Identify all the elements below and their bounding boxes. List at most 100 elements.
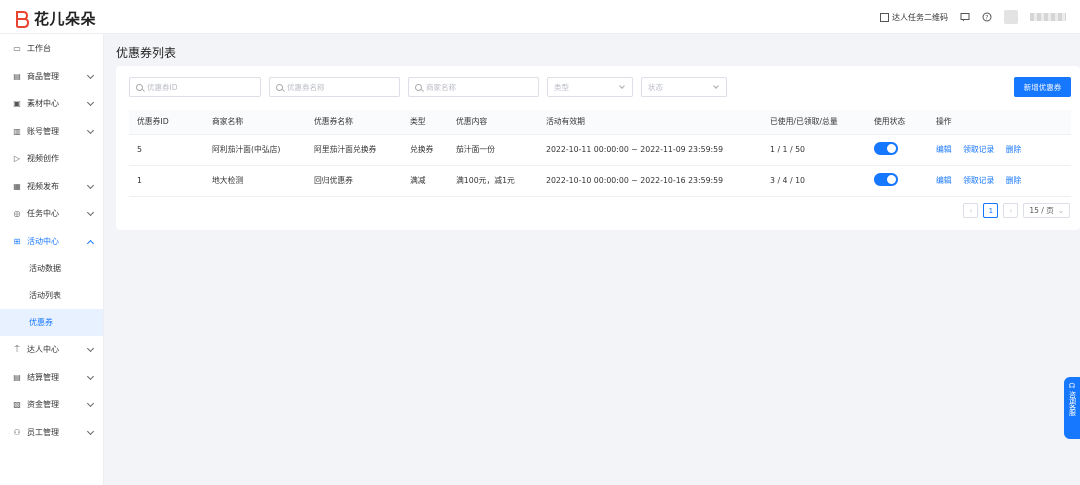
sidebar-item-video-publish[interactable]: ▦ 视频发布	[0, 173, 103, 201]
sidebar-item-label: 活动中心	[27, 236, 59, 246]
col-header: 使用状态	[866, 110, 928, 135]
sidebar-item-label: 账号管理	[27, 126, 59, 136]
username-blurred[interactable]	[1030, 13, 1066, 21]
col-header: 优惠券ID	[129, 110, 204, 135]
coupon-id-placeholder: 优惠券ID	[147, 82, 178, 92]
page-size-select[interactable]: 15 / 页 ⌄	[1023, 203, 1070, 218]
cell-usage: 1 / 1 / 50	[762, 134, 866, 166]
table-header-row: 优惠券ID 商家名称 优惠券名称 类型 优惠内容 活动有效期 已使用/已领取/总…	[129, 110, 1071, 135]
delete-link[interactable]: 删除	[1006, 176, 1022, 185]
cell-id: 5	[129, 134, 204, 166]
merchant-name-input[interactable]: 商家名称	[408, 77, 539, 97]
cell-period: 2022-10-10 00:00:00 ~ 2022-10-16 23:59:5…	[538, 165, 762, 197]
table-row: 1 地大检测 回归优惠券 满减 满100元，减1元 2022-10-10 00:…	[129, 165, 1071, 197]
cell-usage: 3 / 4 / 10	[762, 165, 866, 197]
prev-page-button[interactable]: ‹	[963, 203, 979, 218]
cell-content: 茄汁面一份	[448, 134, 538, 166]
sidebar-item-products[interactable]: ▤ 商品管理	[0, 63, 103, 91]
chevron-down-icon	[86, 98, 95, 107]
chevron-up-icon	[86, 239, 95, 247]
chevron-down-icon	[713, 83, 719, 89]
search-icon	[136, 83, 143, 91]
sidebar-item-label: 素材中心	[27, 99, 59, 109]
chevron-down-icon	[86, 126, 95, 134]
search-icon	[276, 83, 283, 91]
sidebar-subitem-coupons[interactable]: 优惠券	[0, 309, 103, 336]
qr-code-link[interactable]: 达人任务二维码	[880, 12, 948, 23]
cell-type: 兑换券	[402, 134, 448, 166]
avatar[interactable]	[1004, 10, 1018, 24]
sidebar-item-video-create[interactable]: ▷ 视频创作	[0, 145, 103, 173]
status-select[interactable]: 状态	[641, 77, 727, 97]
coupon-name-input[interactable]: 优惠券名称	[269, 77, 400, 97]
chevron-down-icon	[619, 83, 625, 89]
records-link[interactable]: 领取记录	[963, 176, 994, 185]
chevron-down-icon	[86, 208, 95, 217]
bag-icon: ▤	[13, 71, 21, 81]
search-icon	[415, 83, 422, 91]
activity-icon: ⊞	[13, 236, 21, 246]
coupon-table: 优惠券ID 商家名称 优惠券名称 类型 优惠内容 活动有效期 已使用/已领取/总…	[129, 110, 1071, 197]
add-coupon-button[interactable]: 新增优惠券	[1014, 77, 1071, 97]
next-page-button[interactable]: ›	[1003, 203, 1019, 218]
sidebar-item-label: 商品管理	[27, 71, 59, 81]
settlement-icon: ▤	[13, 372, 21, 382]
sidebar-subitem-activity-list[interactable]: 活动列表	[0, 282, 103, 309]
sidebar-item-label: 视频创作	[27, 154, 59, 164]
col-header: 活动有效期	[538, 110, 762, 135]
sidebar-item-label: 结算管理	[27, 372, 59, 382]
account-icon: ▥	[13, 126, 21, 136]
sidebar-item-label: 资金管理	[27, 400, 59, 410]
sidebar-item-label: 员工管理	[27, 427, 59, 437]
status-toggle[interactable]	[874, 173, 898, 186]
sidebar-item-label: 视频发布	[27, 181, 59, 191]
cell-status	[866, 165, 928, 197]
app-logo[interactable]: 花儿朵朵	[14, 8, 96, 29]
sidebar-item-materials[interactable]: ▣ 素材中心	[0, 90, 103, 118]
customer-service-float[interactable]: ☊ 咨询客服	[1064, 377, 1080, 439]
pagination: ‹ 1 › 15 / 页 ⌄	[963, 203, 1070, 218]
col-header: 已使用/已领取/总量	[762, 110, 866, 135]
cell-type: 满减	[402, 165, 448, 197]
delete-link[interactable]: 删除	[1006, 145, 1022, 154]
sidebar-item-settlement[interactable]: ▤ 结算管理	[0, 364, 103, 392]
page-number[interactable]: 1	[983, 203, 999, 218]
headset-icon: ☊	[1068, 382, 1076, 390]
edit-link[interactable]: 编辑	[936, 176, 952, 185]
qr-label: 达人任务二维码	[892, 12, 948, 22]
publish-icon: ▦	[13, 181, 21, 191]
type-placeholder: 类型	[554, 82, 569, 92]
coupon-list-card: 优惠券ID 优惠券名称 商家名称 类型 状态 新增优惠券 优惠券ID 商家名称 …	[116, 66, 1080, 230]
sidebar-item-label: 达人中心	[27, 345, 59, 355]
coupon-id-input[interactable]: 优惠券ID	[129, 77, 261, 97]
message-icon[interactable]	[960, 12, 970, 22]
talent-icon: ⍑	[14, 344, 20, 354]
svg-text:?: ?	[985, 14, 988, 21]
cell-merchant: 阿利茄汁面(中弘店)	[204, 134, 306, 166]
sidebar-item-tasks[interactable]: ◎ 任务中心	[0, 200, 103, 228]
help-icon[interactable]: ?	[982, 12, 992, 22]
status-toggle[interactable]	[874, 142, 898, 155]
cell-id: 1	[129, 165, 204, 197]
sidebar-item-workbench[interactable]: ▭ 工作台	[0, 35, 103, 63]
qr-icon	[880, 12, 889, 22]
page-title: 优惠券列表	[116, 46, 177, 60]
sidebar-item-staff[interactable]: ⚇ 员工管理	[0, 419, 103, 447]
cell-name: 回归优惠券	[306, 165, 402, 197]
chevron-down-icon	[86, 181, 95, 189]
chevron-down-icon	[86, 427, 95, 435]
cell-actions: 编辑 领取记录 删除	[928, 134, 1071, 166]
sidebar-item-funds[interactable]: ▧ 资金管理	[0, 391, 103, 419]
edit-link[interactable]: 编辑	[936, 145, 952, 154]
fund-icon: ▧	[13, 400, 21, 410]
records-link[interactable]: 领取记录	[963, 145, 994, 154]
sidebar-item-accounts[interactable]: ▥ 账号管理	[0, 118, 103, 146]
chevron-down-icon	[86, 399, 95, 408]
task-icon: ◎	[13, 209, 21, 219]
sidebar-item-talent[interactable]: ⍑ 达人中心	[0, 336, 103, 364]
cell-status	[866, 134, 928, 166]
sidebar-subitem-activity-data[interactable]: 活动数据	[0, 255, 103, 282]
type-select[interactable]: 类型	[547, 77, 633, 97]
sidebar-item-activity[interactable]: ⊞ 活动中心	[0, 228, 103, 256]
sidebar: ▭ 工作台 ▤ 商品管理 ▣ 素材中心 ▥ 账号管理 ▷ 视频创作 ▦ 视频发布 ◎ 任务中心…	[0, 34, 104, 485]
